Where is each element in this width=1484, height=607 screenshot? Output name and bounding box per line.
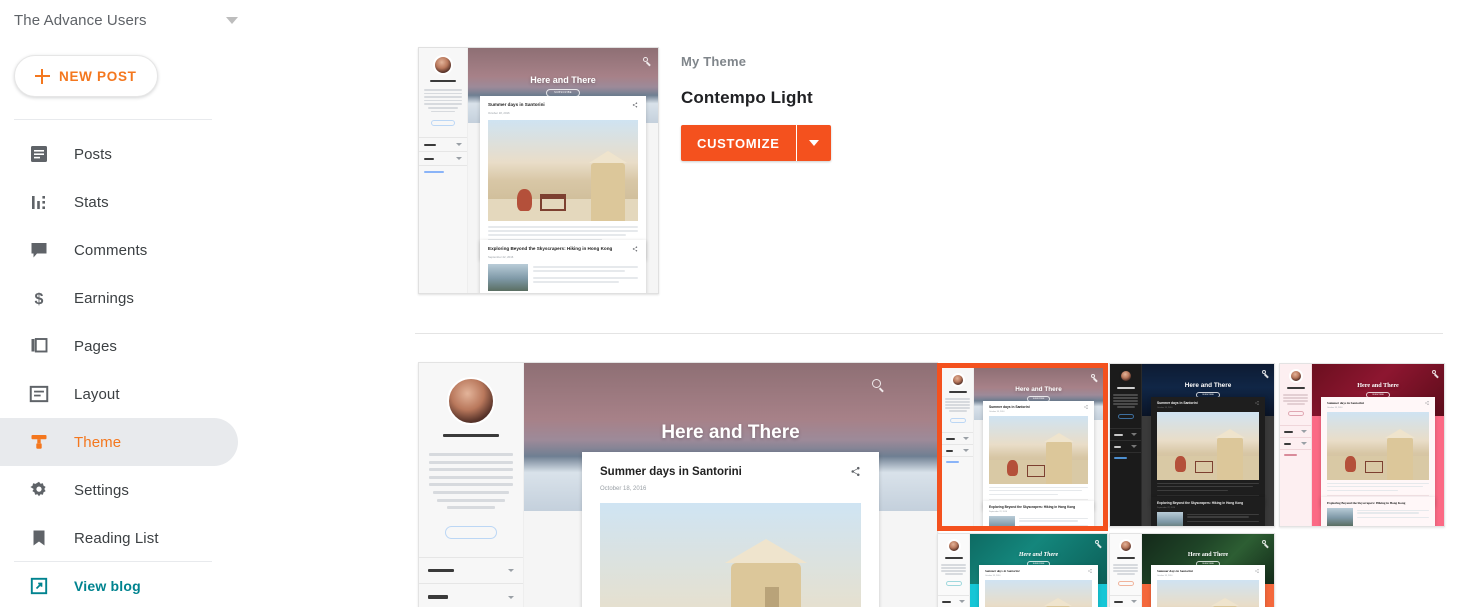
sidebar-item-label: Reading List (74, 529, 159, 547)
sidebar-item-settings[interactable]: Settings (0, 466, 238, 514)
gear-icon (28, 479, 50, 501)
search-icon[interactable] (1262, 370, 1266, 374)
sidebar-item-pages[interactable]: Pages (0, 322, 238, 370)
layout-icon (29, 385, 49, 403)
blogger-theme-page: The Advance Users NEW POST Posts Stats C… (0, 0, 1484, 607)
search-icon[interactable] (1262, 540, 1266, 544)
sidebar-item-reading-list[interactable]: Reading List (0, 514, 238, 562)
theme-thumb-contempo-teal[interactable]: Here and There SUBSCRIBE Summer days in … (937, 533, 1108, 607)
sidebar-item-layout[interactable]: Layout (0, 370, 238, 418)
share-icon[interactable] (1088, 569, 1092, 573)
mock-post-date: October 18, 2016 (600, 486, 647, 492)
theme-icon (28, 431, 50, 453)
sidebar-item-label: Earnings (74, 289, 135, 307)
bookmark-icon (28, 527, 50, 549)
search-icon[interactable] (1432, 370, 1436, 374)
search-icon[interactable] (1095, 540, 1099, 544)
new-post-button[interactable]: NEW POST (14, 55, 158, 97)
sidebar-item-label: Stats (74, 193, 109, 211)
theme-thumb-contempo-crimson[interactable]: Here and There SUBSCRIBE Summer days in … (1279, 363, 1445, 527)
chevron-down-icon (226, 16, 238, 24)
mock-author-name (443, 434, 499, 438)
view-blog-label: View blog (74, 578, 141, 594)
new-post-label: NEW POST (59, 68, 137, 84)
sidebar-item-stats[interactable]: Stats (0, 178, 238, 226)
svg-text:$: $ (35, 291, 44, 308)
main-content: Here and There SUBSCRIBE Summer days in … (279, 0, 1484, 607)
mock-blog-title: Here and There (1015, 386, 1062, 393)
blog-selector[interactable]: The Advance Users (0, 0, 248, 40)
share-icon[interactable] (850, 466, 861, 477)
mock-blog-title: Here and There (661, 422, 800, 443)
theme-thumb-contempo-tropical[interactable]: Here and There SUBSCRIBE Summer days in … (1109, 533, 1275, 607)
mock-post-card-1: Summer days in Santorini October 18, 201… (582, 452, 879, 607)
sidebar-item-label: Posts (74, 145, 113, 163)
sidebar-item-label: Comments (74, 241, 148, 259)
theme-thumb-contempo-light-large[interactable]: Here and There SUBSCRIBE Summer days in … (418, 362, 938, 607)
theme-thumb-contempo-dark[interactable]: Here and There SUBSCRIBE Summer days in … (1109, 363, 1275, 527)
theme-gallery: Here and There SUBSCRIBE Summer days in … (279, 0, 1484, 607)
stats-icon (28, 191, 50, 213)
sidebar-item-theme[interactable]: Theme (0, 418, 238, 466)
mock-post-photo (600, 503, 861, 607)
sidebar-nav: Posts Stats Comments $ Earnings Pages La… (0, 130, 268, 562)
mock-edit-profile[interactable] (445, 525, 497, 539)
posts-icon (28, 143, 50, 165)
sidebar-item-comments[interactable]: Comments (0, 226, 238, 274)
pages-icon (28, 335, 50, 357)
external-link-icon (28, 575, 50, 597)
search-icon[interactable] (1091, 374, 1095, 378)
sidebar: The Advance Users NEW POST Posts Stats C… (0, 0, 268, 607)
theme-thumb-contempo-light-selected[interactable]: Here and There SUBSCRIBE Summer days in … (937, 363, 1108, 531)
sidebar-item-label: Settings (74, 481, 129, 499)
sidebar-item-earnings[interactable]: $ Earnings (0, 274, 238, 322)
mock-post-title: Summer days in Santorini (600, 466, 742, 478)
share-icon[interactable] (1255, 401, 1259, 405)
sidebar-divider-top (14, 119, 212, 120)
sidebar-divider-bottom (14, 561, 212, 562)
share-icon[interactable] (1084, 405, 1088, 409)
plus-icon (35, 68, 50, 84)
sidebar-item-posts[interactable]: Posts (0, 130, 238, 178)
sidebar-item-label: Layout (74, 385, 120, 403)
share-icon[interactable] (1255, 569, 1259, 573)
share-icon[interactable] (1425, 401, 1429, 405)
search-icon[interactable] (872, 379, 881, 388)
view-blog-link[interactable]: View blog (0, 570, 141, 602)
comments-icon (28, 239, 50, 261)
earnings-icon: $ (28, 287, 50, 309)
sidebar-item-label: Theme (74, 433, 122, 451)
sidebar-item-label: Pages (74, 337, 118, 355)
blog-selector-title: The Advance Users (14, 11, 147, 29)
